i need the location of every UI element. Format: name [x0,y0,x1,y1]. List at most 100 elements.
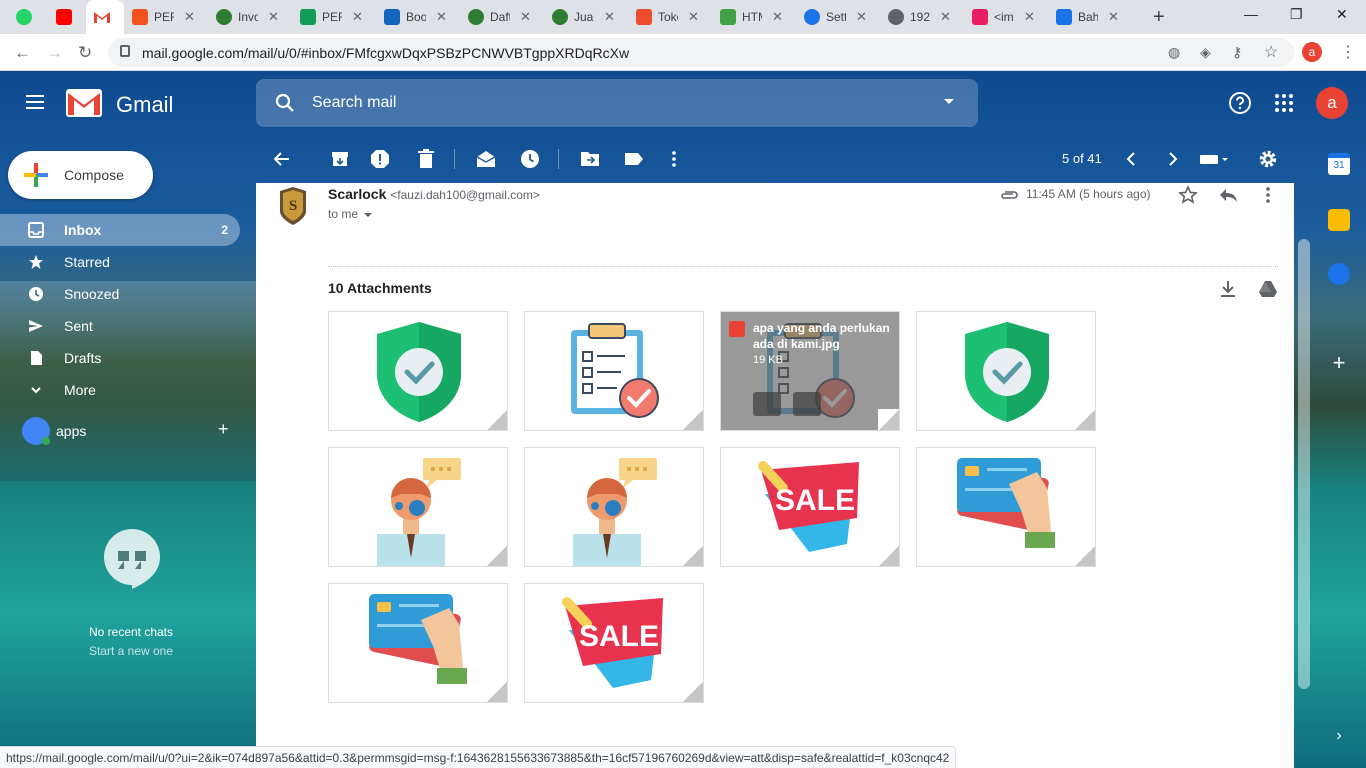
search-bar[interactable] [256,79,978,127]
recipient-details-icon[interactable] [364,212,373,217]
search-input[interactable] [312,91,912,115]
apps-grid-icon[interactable] [1274,93,1294,113]
attachment-size: 19 KB [753,354,783,366]
attachment-thumbnail[interactable] [328,311,508,431]
input-tools-icon[interactable] [1198,149,1232,169]
compose-button[interactable]: Compose [8,151,153,199]
browser-tab[interactable]: Daft ✕ [460,0,544,34]
calendar-icon[interactable]: 31 [1328,153,1350,175]
move-to-icon[interactable] [580,149,600,169]
close-icon[interactable]: ✕ [940,9,951,25]
close-icon[interactable]: ✕ [1108,9,1119,25]
sidebar-item-sent[interactable]: Sent [0,310,256,342]
attachment-thumbnail[interactable] [524,447,704,567]
whatsapp-icon [16,9,32,25]
browser-tab[interactable]: <im ✕ [964,0,1048,34]
main-menu-icon[interactable] [26,95,44,109]
browser-tab-active[interactable] [86,0,124,34]
close-icon[interactable]: ✕ [1024,9,1035,25]
attachment-thumbnail[interactable] [916,447,1096,567]
back-icon[interactable]: ← [14,43,31,63]
close-icon[interactable]: ✕ [184,9,195,25]
close-icon[interactable]: ✕ [856,9,867,25]
camera-blocked-icon[interactable]: ◍ [1168,44,1180,61]
browser-tab[interactable]: Toko ✕ [628,0,712,34]
scrollbar[interactable] [1298,239,1310,689]
browser-tab[interactable]: PER ✕ [124,0,208,34]
sender-name[interactable]: Scarlock [328,186,386,202]
attachment-thumbnail[interactable]: SALE [524,583,704,703]
search-options-icon[interactable] [944,99,954,104]
save-to-drive-icon[interactable] [1258,279,1278,299]
download-all-icon[interactable] [1218,279,1238,299]
thumbnail-corner [1074,545,1095,566]
reply-icon[interactable] [1218,185,1238,205]
star-icon[interactable] [1178,185,1198,205]
close-icon[interactable]: ✕ [688,9,699,25]
sidebar-item-snoozed[interactable]: Snoozed [0,278,256,310]
keep-icon[interactable] [1328,209,1350,231]
sidebar-item-drafts[interactable]: Drafts [0,342,256,374]
newer-icon[interactable] [1122,149,1142,169]
close-icon[interactable]: ✕ [520,9,531,25]
report-spam-icon[interactable] [370,149,390,169]
snooze-icon[interactable] [520,149,540,169]
browser-tab[interactable]: Bah ✕ [1048,0,1144,34]
expand-panel-icon[interactable]: › [1328,727,1350,749]
sidebar-item-more[interactable]: More [0,374,256,406]
browser-tab[interactable]: 192 ✕ [880,0,964,34]
key-icon[interactable]: ⚷ [1232,44,1242,61]
close-icon[interactable]: ✕ [352,9,363,25]
attachment-thumbnail[interactable] [916,311,1096,431]
browser-tab[interactable]: Invo ✕ [208,0,292,34]
archive-icon[interactable] [330,149,350,169]
close-icon[interactable]: ✕ [268,9,279,25]
attachment-thumbnail[interactable]: SALE [720,447,900,567]
close-icon[interactable]: ✕ [604,9,615,25]
attachment-thumbnail[interactable] [524,311,704,431]
reload-icon[interactable]: ↻ [78,43,92,63]
browser-tab[interactable]: PER ✕ [292,0,376,34]
start-new-chat-link[interactable]: Start a new one [0,642,262,661]
browser-tab[interactable]: HTM ✕ [712,0,796,34]
attachment-thumbnail[interactable] [328,583,508,703]
back-to-inbox-icon[interactable] [272,149,292,169]
search-icon[interactable] [274,92,296,114]
settings-gear-icon[interactable] [1258,149,1278,169]
sidebar-item-inbox[interactable]: Inbox 2 [0,214,240,246]
extension-icon[interactable]: ◈ [1200,44,1211,61]
attachment-thumbnail[interactable] [328,447,508,567]
gmail-logo-icon[interactable] [66,89,102,117]
browser-tab[interactable]: Setti ✕ [796,0,880,34]
new-tab-button[interactable]: + [1153,6,1165,29]
close-window-button[interactable]: ✕ [1336,6,1348,23]
more-options-icon[interactable] [664,149,684,169]
download-icon[interactable] [753,392,781,416]
sidebar-item-starred[interactable]: Starred [0,246,256,278]
minimize-button[interactable]: — [1244,6,1258,22]
attachment-thumbnail-hovered[interactable]: apa yang anda perlukan ada di kami.jpg 1… [720,311,900,431]
bookmark-star-icon[interactable]: ☆ [1264,42,1278,62]
browser-menu-icon[interactable]: ⋮ [1340,42,1356,62]
add-chat-icon[interactable]: + [218,419,229,440]
address-bar[interactable]: mail.google.com/mail/u/0/#inbox/FMfcgxwD… [108,38,1294,67]
forward-icon[interactable]: → [46,43,63,63]
browser-tab[interactable]: Jual ✕ [544,0,628,34]
browser-tab[interactable] [8,0,44,34]
older-icon[interactable] [1162,149,1182,169]
mark-unread-icon[interactable] [476,149,496,169]
delete-icon[interactable] [416,149,436,169]
browser-tab[interactable]: Boo ✕ [376,0,460,34]
more-actions-icon[interactable] [1258,185,1278,205]
recipients[interactable]: to me [328,207,373,221]
add-addon-icon[interactable]: + [1328,352,1350,375]
save-to-drive-icon[interactable] [793,392,821,416]
tasks-icon[interactable] [1328,263,1350,285]
label-icon[interactable] [624,149,644,169]
close-icon[interactable]: ✕ [772,9,783,25]
browser-tab[interactable] [48,0,84,34]
maximize-button[interactable]: ❐ [1290,6,1303,23]
help-icon[interactable] [1228,91,1252,115]
browser-profile-avatar[interactable]: a [1302,42,1322,62]
close-icon[interactable]: ✕ [436,9,447,25]
